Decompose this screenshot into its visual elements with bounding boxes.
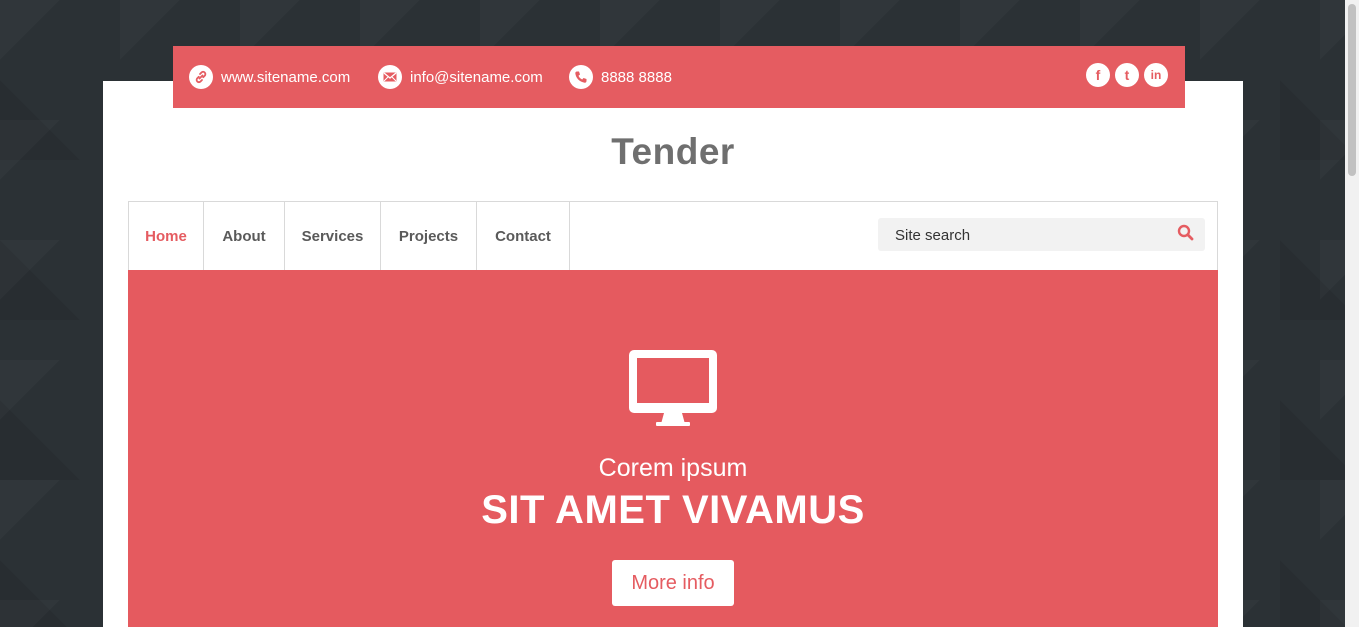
website-text: www.sitename.com — [221, 68, 351, 86]
site-search — [878, 218, 1205, 253]
facebook-icon[interactable]: f — [1086, 63, 1110, 87]
nav-item-projects[interactable]: Projects — [381, 202, 477, 270]
nav-item-home[interactable]: Home — [129, 202, 204, 270]
nav-item-about[interactable]: About — [204, 202, 285, 270]
contact-bar: www.sitename.com info@sitename.com 8888 … — [173, 46, 1185, 108]
social-links: f t in — [1086, 63, 1168, 87]
envelope-icon — [378, 65, 402, 89]
nav-item-services[interactable]: Services — [285, 202, 381, 270]
website-contact[interactable]: www.sitename.com — [189, 46, 350, 108]
vertical-scrollbar[interactable] — [1345, 0, 1359, 627]
linkedin-icon[interactable]: in — [1144, 63, 1168, 87]
link-icon — [189, 65, 213, 89]
phone-text: 8888 8888 — [601, 68, 672, 86]
scrollbar-thumb[interactable] — [1348, 4, 1356, 176]
phone-contact[interactable]: 8888 8888 — [569, 46, 672, 108]
search-input[interactable] — [893, 218, 1167, 253]
hero-subtitle: Corem ipsum — [598, 454, 748, 482]
twitter-icon[interactable]: t — [1115, 63, 1139, 87]
hero-title: SIT AMET VIVAMUS — [481, 488, 865, 532]
hero-banner: Corem ipsum SIT AMET VIVAMUS More info — [128, 270, 1218, 627]
monitor-icon — [628, 349, 718, 432]
email-contact[interactable]: info@sitename.com — [378, 46, 543, 108]
nav-item-contact[interactable]: Contact — [477, 202, 570, 270]
site-title[interactable]: Tender — [103, 131, 1243, 173]
more-info-button[interactable]: More info — [612, 560, 734, 606]
search-icon[interactable] — [1177, 224, 1195, 247]
phone-icon — [569, 65, 593, 89]
email-text: info@sitename.com — [410, 68, 543, 86]
